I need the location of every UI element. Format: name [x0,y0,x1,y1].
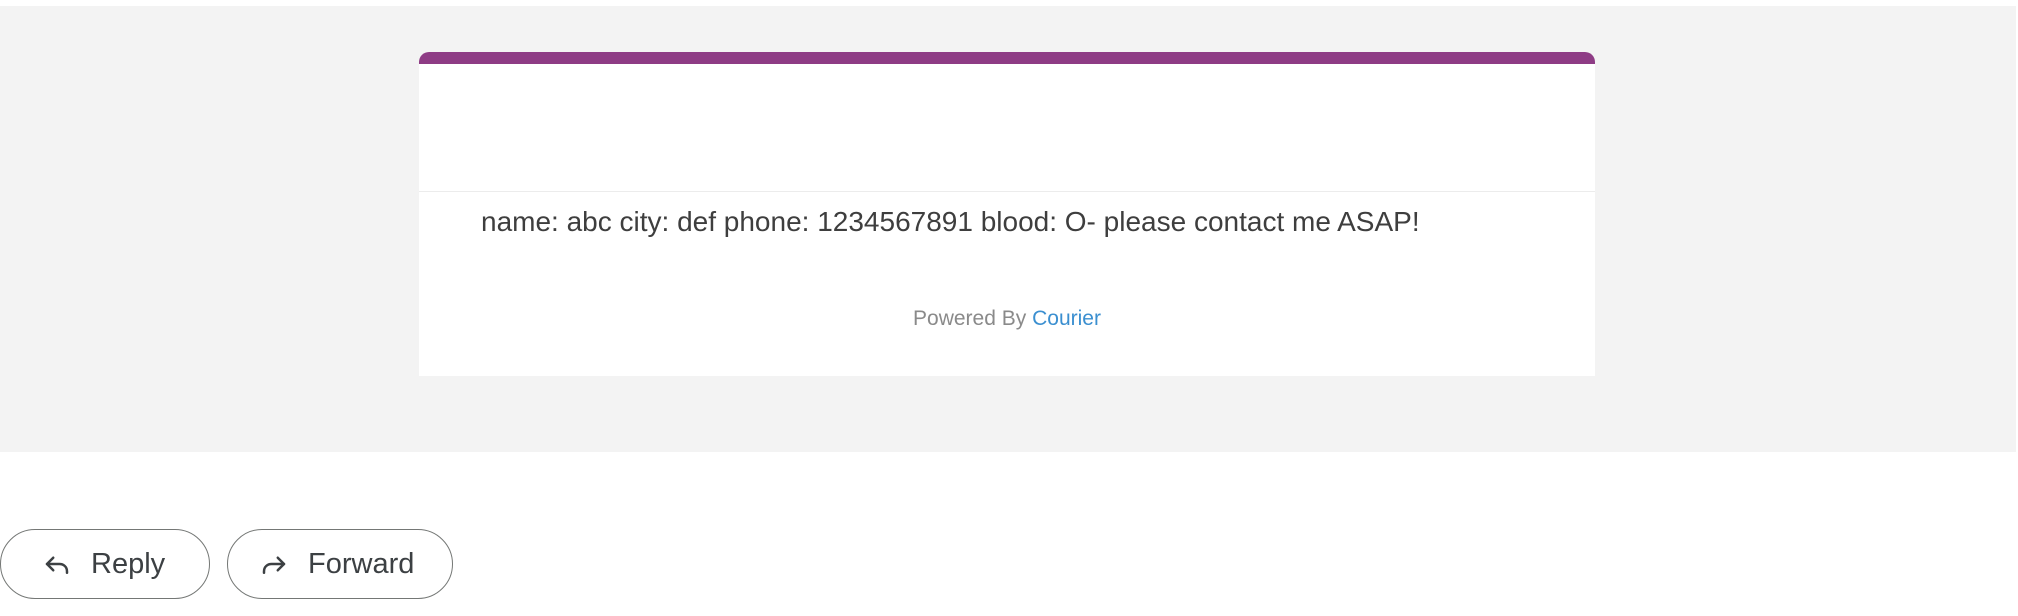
email-card: name: abc city: def phone: 1234567891 bl… [419,52,1595,376]
reply-button[interactable]: Reply [0,529,210,599]
card-accent-bar [419,52,1595,64]
courier-link[interactable]: Courier [1032,307,1101,330]
card-header [419,64,1595,192]
reply-label: Reply [91,547,166,580]
forward-label: Forward [308,547,415,580]
reply-icon [41,548,73,580]
email-body-background: name: abc city: def phone: 1234567891 bl… [0,6,2016,452]
forward-icon [258,548,290,580]
email-message: name: abc city: def phone: 1234567891 bl… [481,206,1420,237]
powered-by-footer: Powered By Courier [419,307,1595,331]
forward-button[interactable]: Forward [227,529,453,599]
powered-by-label: Powered By [913,307,1027,330]
